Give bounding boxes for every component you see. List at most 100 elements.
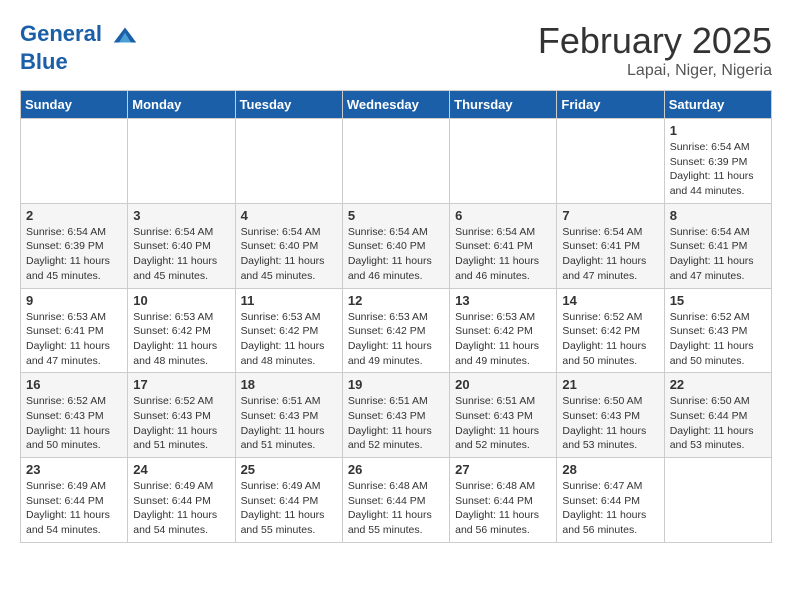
- calendar-day-cell: 6 Sunrise: 6:54 AM Sunset: 6:41 PM Daylig…: [450, 203, 557, 288]
- day-number: 1: [670, 123, 766, 138]
- day-info: Sunrise: 6:49 AM Sunset: 6:44 PM Dayligh…: [241, 479, 337, 538]
- calendar-day-cell: [664, 458, 771, 543]
- day-info: Sunrise: 6:53 AM Sunset: 6:42 PM Dayligh…: [348, 310, 444, 369]
- day-info: Sunrise: 6:52 AM Sunset: 6:43 PM Dayligh…: [670, 310, 766, 369]
- day-number: 2: [26, 208, 122, 223]
- day-info: Sunrise: 6:54 AM Sunset: 6:39 PM Dayligh…: [670, 140, 766, 199]
- day-number: 13: [455, 293, 551, 308]
- calendar-week-row: 1 Sunrise: 6:54 AM Sunset: 6:39 PM Daylig…: [21, 119, 772, 204]
- calendar-day-cell: 18 Sunrise: 6:51 AM Sunset: 6:43 PM Dayli…: [235, 373, 342, 458]
- day-info: Sunrise: 6:49 AM Sunset: 6:44 PM Dayligh…: [26, 479, 122, 538]
- day-info: Sunrise: 6:53 AM Sunset: 6:41 PM Dayligh…: [26, 310, 122, 369]
- day-number: 4: [241, 208, 337, 223]
- day-info: Sunrise: 6:53 AM Sunset: 6:42 PM Dayligh…: [455, 310, 551, 369]
- day-number: 5: [348, 208, 444, 223]
- day-number: 8: [670, 208, 766, 223]
- day-number: 15: [670, 293, 766, 308]
- day-number: 11: [241, 293, 337, 308]
- day-of-week-header: Monday: [128, 91, 235, 119]
- day-info: Sunrise: 6:54 AM Sunset: 6:41 PM Dayligh…: [670, 225, 766, 284]
- calendar-day-cell: 25Sunrise: 6:49 AM Sunset: 6:44 PM Dayli…: [235, 458, 342, 543]
- calendar-day-cell: 17Sunrise: 6:52 AM Sunset: 6:43 PM Dayli…: [128, 373, 235, 458]
- location-subtitle: Lapai, Niger, Nigeria: [538, 62, 772, 80]
- calendar-week-row: 23 Sunrise: 6:49 AM Sunset: 6:44 PM Dayli…: [21, 458, 772, 543]
- day-info: Sunrise: 6:50 AM Sunset: 6:43 PM Dayligh…: [562, 394, 658, 453]
- logo-blue-text: Blue: [20, 50, 140, 74]
- day-of-week-header: Saturday: [664, 91, 771, 119]
- calendar-day-cell: 4 Sunrise: 6:54 AM Sunset: 6:40 PM Daylig…: [235, 203, 342, 288]
- day-number: 10: [133, 293, 229, 308]
- day-number: 28: [562, 462, 658, 477]
- day-info: Sunrise: 6:49 AM Sunset: 6:44 PM Dayligh…: [133, 479, 229, 538]
- day-number: 14: [562, 293, 658, 308]
- day-number: 3: [133, 208, 229, 223]
- day-number: 17: [133, 377, 229, 392]
- day-of-week-header: Tuesday: [235, 91, 342, 119]
- calendar-day-cell: 20 Sunrise: 6:51 AM Sunset: 6:43 PM Dayli…: [450, 373, 557, 458]
- day-info: Sunrise: 6:50 AM Sunset: 6:44 PM Dayligh…: [670, 394, 766, 453]
- day-info: Sunrise: 6:47 AM Sunset: 6:44 PM Dayligh…: [562, 479, 658, 538]
- day-number: 22: [670, 377, 766, 392]
- day-of-week-header: Sunday: [21, 91, 128, 119]
- day-number: 24: [133, 462, 229, 477]
- day-info: Sunrise: 6:51 AM Sunset: 6:43 PM Dayligh…: [348, 394, 444, 453]
- calendar-week-row: 16 Sunrise: 6:52 AM Sunset: 6:43 PM Dayli…: [21, 373, 772, 458]
- month-title: February 2025: [538, 20, 772, 62]
- calendar-day-cell: [21, 119, 128, 204]
- day-number: 18: [241, 377, 337, 392]
- day-number: 26: [348, 462, 444, 477]
- day-info: Sunrise: 6:48 AM Sunset: 6:44 PM Dayligh…: [348, 479, 444, 538]
- day-number: 23: [26, 462, 122, 477]
- calendar-day-cell: 1 Sunrise: 6:54 AM Sunset: 6:39 PM Daylig…: [664, 119, 771, 204]
- day-info: Sunrise: 6:53 AM Sunset: 6:42 PM Dayligh…: [133, 310, 229, 369]
- calendar-day-cell: 21 Sunrise: 6:50 AM Sunset: 6:43 PM Dayli…: [557, 373, 664, 458]
- calendar-day-cell: 15 Sunrise: 6:52 AM Sunset: 6:43 PM Dayli…: [664, 288, 771, 373]
- calendar-day-cell: 24 Sunrise: 6:49 AM Sunset: 6:44 PM Dayli…: [128, 458, 235, 543]
- day-number: 7: [562, 208, 658, 223]
- calendar-day-cell: 28 Sunrise: 6:47 AM Sunset: 6:44 PM Dayli…: [557, 458, 664, 543]
- calendar-day-cell: [235, 119, 342, 204]
- calendar-day-cell: 16 Sunrise: 6:52 AM Sunset: 6:43 PM Dayli…: [21, 373, 128, 458]
- calendar-day-cell: [342, 119, 449, 204]
- calendar-table: SundayMondayTuesdayWednesdayThursdayFrid…: [20, 90, 772, 543]
- calendar-day-cell: 8 Sunrise: 6:54 AM Sunset: 6:41 PM Daylig…: [664, 203, 771, 288]
- calendar-day-cell: 13 Sunrise: 6:53 AM Sunset: 6:42 PM Dayli…: [450, 288, 557, 373]
- calendar-day-cell: 27 Sunrise: 6:48 AM Sunset: 6:44 PM Dayli…: [450, 458, 557, 543]
- day-number: 21: [562, 377, 658, 392]
- calendar-header-row: SundayMondayTuesdayWednesdayThursdayFrid…: [21, 91, 772, 119]
- day-info: Sunrise: 6:48 AM Sunset: 6:44 PM Dayligh…: [455, 479, 551, 538]
- calendar-day-cell: 3Sunrise: 6:54 AM Sunset: 6:40 PM Daylig…: [128, 203, 235, 288]
- calendar-day-cell: 23 Sunrise: 6:49 AM Sunset: 6:44 PM Dayli…: [21, 458, 128, 543]
- day-number: 27: [455, 462, 551, 477]
- calendar-day-cell: 22 Sunrise: 6:50 AM Sunset: 6:44 PM Dayli…: [664, 373, 771, 458]
- title-block: February 2025 Lapai, Niger, Nigeria: [538, 20, 772, 80]
- day-number: 9: [26, 293, 122, 308]
- day-of-week-header: Wednesday: [342, 91, 449, 119]
- day-number: 12: [348, 293, 444, 308]
- calendar-day-cell: 14Sunrise: 6:52 AM Sunset: 6:42 PM Dayli…: [557, 288, 664, 373]
- day-info: Sunrise: 6:54 AM Sunset: 6:39 PM Dayligh…: [26, 225, 122, 284]
- calendar-day-cell: 5Sunrise: 6:54 AM Sunset: 6:40 PM Daylig…: [342, 203, 449, 288]
- calendar-week-row: 2 Sunrise: 6:54 AM Sunset: 6:39 PM Daylig…: [21, 203, 772, 288]
- calendar-day-cell: 11Sunrise: 6:53 AM Sunset: 6:42 PM Dayli…: [235, 288, 342, 373]
- calendar-day-cell: 9 Sunrise: 6:53 AM Sunset: 6:41 PM Daylig…: [21, 288, 128, 373]
- logo: General Blue: [20, 20, 140, 74]
- day-info: Sunrise: 6:51 AM Sunset: 6:43 PM Dayligh…: [455, 394, 551, 453]
- day-info: Sunrise: 6:51 AM Sunset: 6:43 PM Dayligh…: [241, 394, 337, 453]
- calendar-day-cell: [128, 119, 235, 204]
- day-info: Sunrise: 6:54 AM Sunset: 6:41 PM Dayligh…: [455, 225, 551, 284]
- day-of-week-header: Thursday: [450, 91, 557, 119]
- calendar-day-cell: 10 Sunrise: 6:53 AM Sunset: 6:42 PM Dayli…: [128, 288, 235, 373]
- day-number: 20: [455, 377, 551, 392]
- day-number: 16: [26, 377, 122, 392]
- calendar-day-cell: 19Sunrise: 6:51 AM Sunset: 6:43 PM Dayli…: [342, 373, 449, 458]
- calendar-day-cell: 7 Sunrise: 6:54 AM Sunset: 6:41 PM Daylig…: [557, 203, 664, 288]
- logo-icon: [110, 20, 140, 50]
- day-info: Sunrise: 6:52 AM Sunset: 6:43 PM Dayligh…: [26, 394, 122, 453]
- day-number: 6: [455, 208, 551, 223]
- logo-text: General: [20, 20, 140, 50]
- calendar-day-cell: 26 Sunrise: 6:48 AM Sunset: 6:44 PM Dayli…: [342, 458, 449, 543]
- day-info: Sunrise: 6:54 AM Sunset: 6:40 PM Dayligh…: [241, 225, 337, 284]
- day-of-week-header: Friday: [557, 91, 664, 119]
- day-info: Sunrise: 6:54 AM Sunset: 6:41 PM Dayligh…: [562, 225, 658, 284]
